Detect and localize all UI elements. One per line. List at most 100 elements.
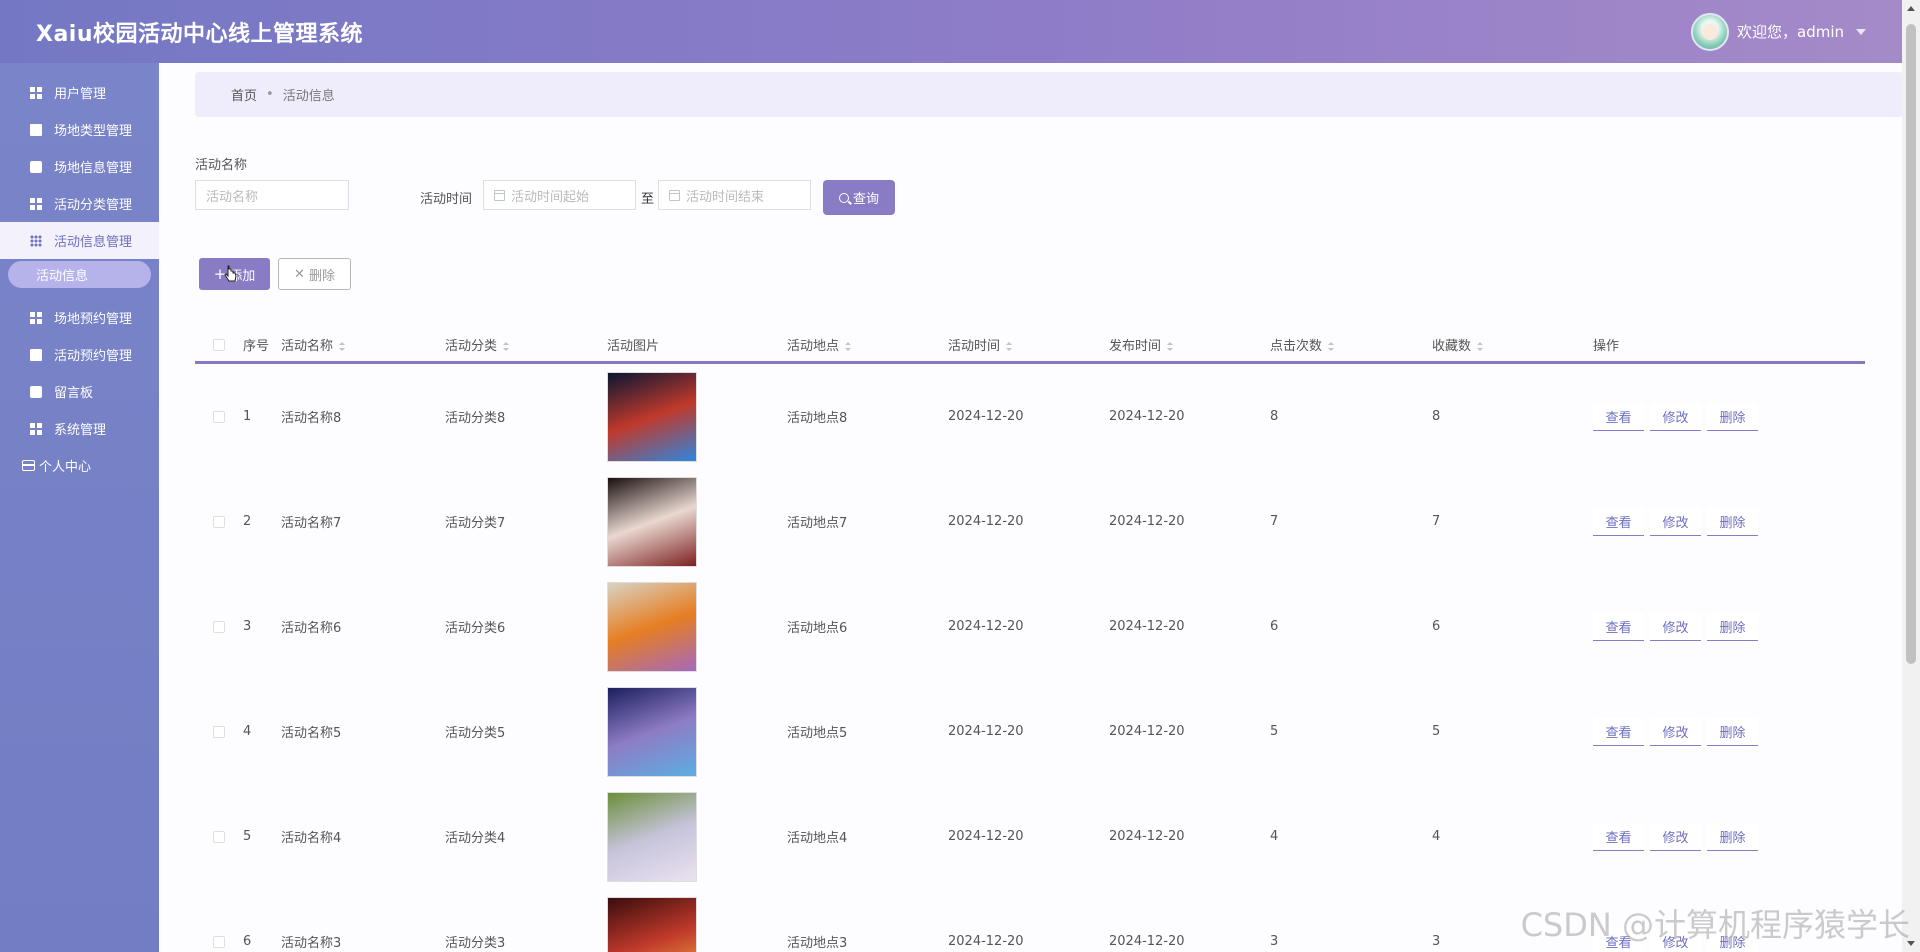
checkbox[interactable] [213, 725, 225, 738]
sidebar-item-label: 个人中心 [39, 460, 92, 475]
activity-thumbnail[interactable] [607, 791, 697, 882]
header-favorites[interactable]: 收藏数 [1432, 335, 1593, 354]
cell-index: 5 [243, 829, 252, 844]
sort-icon[interactable] [845, 342, 852, 351]
row-delete-button[interactable]: 删除 [1707, 507, 1758, 536]
sidebar-item-label: 场地类型管理 [54, 124, 133, 139]
view-button[interactable]: 查看 [1593, 507, 1644, 536]
table-row: 2 活动名称7 活动分类7 活动地点7 2024-12-20 2024-12-20 7 7 查看… [195, 469, 1865, 574]
header-time-label: 活动时间 [948, 339, 1001, 354]
activity-thumbnail[interactable] [607, 686, 697, 777]
header-publish-label: 发布时间 [1109, 339, 1162, 354]
edit-button[interactable]: 修改 [1650, 822, 1701, 851]
sort-icon[interactable] [1477, 342, 1484, 351]
chevron-down-icon[interactable] [1856, 28, 1866, 35]
view-button[interactable]: 查看 [1593, 717, 1644, 746]
cell-publish-time: 2024-12-20 [1109, 409, 1185, 424]
view-button[interactable]: 查看 [1593, 402, 1644, 431]
header-name[interactable]: 活动名称 [281, 335, 445, 354]
sort-icon[interactable] [1167, 342, 1174, 351]
edit-button[interactable]: 修改 [1650, 612, 1701, 641]
sidebar-item-system[interactable]: 系统管理 [0, 410, 159, 447]
checkbox[interactable] [213, 935, 225, 948]
cell-publish-time: 2024-12-20 [1109, 934, 1185, 949]
end-date-input[interactable]: 活动时间结束 [658, 180, 811, 210]
cell-index: 6 [243, 934, 252, 949]
activity-thumbnail[interactable] [607, 581, 697, 672]
cell-publish-time: 2024-12-20 [1109, 724, 1185, 739]
cell-location: 活动地点3 [787, 936, 848, 951]
cell-index: 4 [243, 724, 252, 739]
sort-icon[interactable] [1006, 342, 1013, 351]
cell-actions: 查看 修改 删除 [1593, 612, 1793, 641]
sort-icon[interactable] [1328, 342, 1335, 351]
row-checkbox[interactable] [195, 620, 243, 633]
edit-button[interactable]: 修改 [1650, 717, 1701, 746]
activity-name-input[interactable]: 活动名称 [195, 180, 349, 210]
header-time[interactable]: 活动时间 [948, 335, 1109, 354]
row-delete-button[interactable]: 删除 [1707, 717, 1758, 746]
edit-button[interactable]: 修改 [1650, 402, 1701, 431]
sidebar-item-venue-booking[interactable]: 场地预约管理 [0, 299, 159, 336]
row-checkbox[interactable] [195, 830, 243, 843]
sidebar-item-user-management[interactable]: 用户管理 [0, 74, 159, 111]
header-actions: 操作 [1593, 339, 1620, 354]
start-date-input[interactable]: 活动时间起始 [483, 180, 636, 210]
row-delete-button[interactable]: 删除 [1707, 612, 1758, 641]
cell-publish-time: 2024-12-20 [1109, 514, 1185, 529]
row-checkbox[interactable] [195, 410, 243, 423]
clipboard-icon [30, 348, 42, 361]
edit-button[interactable]: 修改 [1650, 507, 1701, 536]
top-header: Xaiu校园活动中心线上管理系统 欢迎您，admin [0, 0, 1902, 63]
checkbox[interactable] [213, 830, 225, 843]
activity-thumbnail[interactable] [607, 896, 697, 952]
sidebar-item-label: 系统管理 [54, 423, 107, 438]
sidebar-item-label: 活动信息管理 [54, 235, 133, 250]
checkbox[interactable] [213, 410, 225, 423]
header-clicks[interactable]: 点击次数 [1270, 335, 1432, 354]
select-all-checkbox[interactable] [195, 338, 243, 351]
checkbox[interactable] [213, 620, 225, 633]
sidebar-item-activity-category[interactable]: 活动分类管理 [0, 185, 159, 222]
board-icon [30, 385, 42, 398]
sort-icon[interactable] [339, 342, 346, 351]
breadcrumb-home[interactable]: 首页 [231, 85, 257, 104]
sidebar-item-message-board[interactable]: 留言板 [0, 373, 159, 410]
sidebar-item-activity-booking[interactable]: 活动预约管理 [0, 336, 159, 373]
vertical-scrollbar[interactable] [1902, 0, 1920, 952]
checkbox[interactable] [213, 515, 225, 528]
header-location[interactable]: 活动地点 [787, 335, 948, 354]
cell-publish-time: 2024-12-20 [1109, 619, 1185, 634]
cell-time: 2024-12-20 [948, 514, 1024, 529]
view-button[interactable]: 查看 [1593, 822, 1644, 851]
view-button[interactable]: 查看 [1593, 612, 1644, 641]
user-menu[interactable]: 欢迎您，admin [1691, 12, 1866, 51]
query-button[interactable]: 查询 [823, 180, 895, 215]
sort-icon[interactable] [503, 342, 510, 351]
row-checkbox[interactable] [195, 935, 243, 948]
delete-button[interactable]: ✕ 删除 [278, 258, 351, 290]
sidebar-item-activity-info[interactable]: 活动信息管理 [0, 222, 159, 259]
app-title: Xaiu校园活动中心线上管理系统 [36, 21, 364, 47]
sidebar-item-venue-info[interactable]: 场地信息管理 [0, 148, 159, 185]
activity-thumbnail[interactable] [607, 371, 697, 462]
sidebar-item-venue-type[interactable]: 场地类型管理 [0, 111, 159, 148]
welcome-text[interactable]: 欢迎您，admin [1737, 21, 1844, 42]
avatar[interactable] [1691, 12, 1729, 51]
row-checkbox[interactable] [195, 725, 243, 738]
scroll-up-icon[interactable] [1907, 6, 1915, 11]
row-delete-button[interactable]: 删除 [1707, 402, 1758, 431]
row-delete-button[interactable]: 删除 [1707, 822, 1758, 851]
sidebar-item-personal-center[interactable]: 个人中心 [0, 447, 159, 484]
header-publish-time[interactable]: 发布时间 [1109, 335, 1270, 354]
checkbox[interactable] [213, 338, 225, 351]
grid-icon [30, 422, 42, 435]
table-row: 5 活动名称4 活动分类4 活动地点4 2024-12-20 2024-12-20 4 4 查看… [195, 784, 1865, 889]
scroll-thumb[interactable] [1906, 24, 1916, 664]
sidebar-subitem-activity-info[interactable]: 活动信息 [8, 261, 151, 288]
activity-thumbnail[interactable] [607, 476, 697, 567]
row-checkbox[interactable] [195, 515, 243, 528]
grid-icon [30, 311, 42, 324]
header-category[interactable]: 活动分类 [445, 335, 607, 354]
cell-actions: 查看 修改 删除 [1593, 822, 1793, 851]
